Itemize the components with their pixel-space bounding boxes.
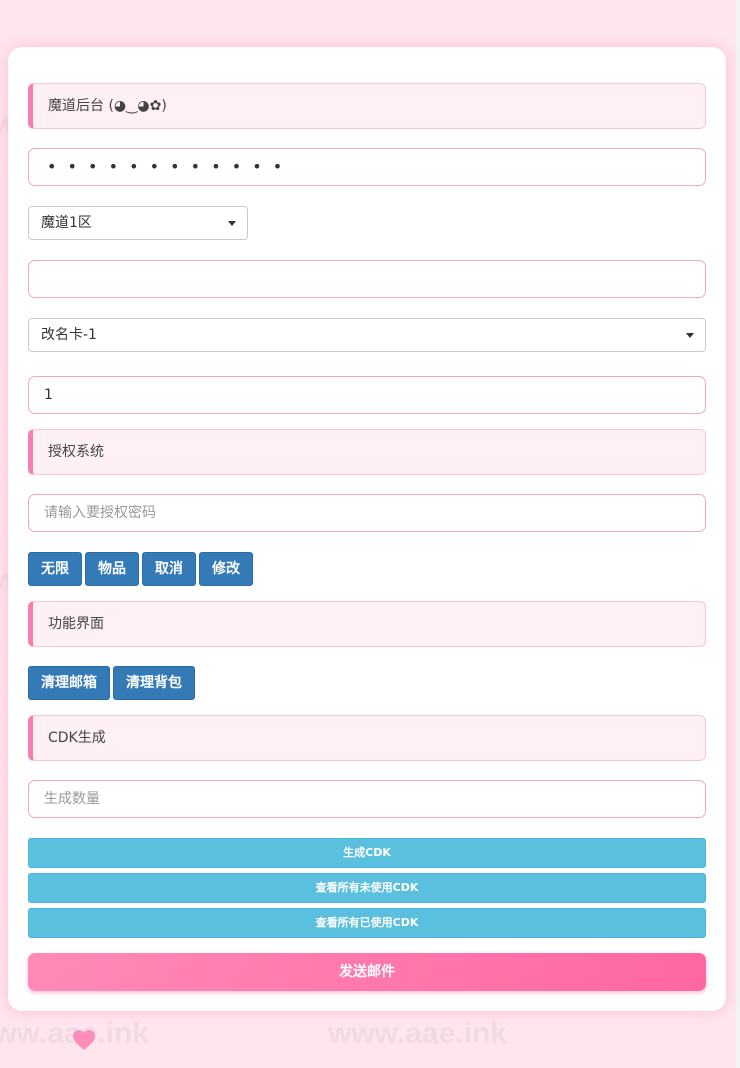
modify-button[interactable]: 修改 (199, 552, 253, 586)
admin-password-input[interactable]: • • • • • • • • • • • • (28, 148, 706, 186)
generate-cdk-button[interactable]: 生成CDK (28, 838, 706, 868)
auth-section-title-text: 授权系统 (48, 444, 104, 460)
auth-section-title: 授权系统 (28, 429, 706, 475)
cdk-section-title: CDK生成 (28, 715, 706, 761)
role-input[interactable] (28, 260, 706, 298)
server-select-value: 魔道1区 (41, 215, 92, 231)
password-mask: • • • • • • • • • • • • (47, 157, 286, 176)
functions-section-title-text: 功能界面 (48, 616, 104, 632)
item-select-value: 改名卡-1 (41, 327, 97, 343)
cdk-count-input[interactable] (28, 780, 706, 818)
chevron-down-icon (228, 221, 236, 226)
panel-title: 魔道后台 (◕‿◕✿) (28, 83, 706, 129)
view-used-cdk-button[interactable]: 查看所有已使用CDK (28, 908, 706, 938)
cancel-button[interactable]: 取消 (142, 552, 196, 586)
unlimited-button[interactable]: 无限 (28, 552, 82, 586)
admin-panel-card: 魔道后台 (◕‿◕✿) • • • • • • • • • • • • 魔道1区… (8, 47, 726, 1011)
scrollbar-track (736, 0, 740, 1068)
view-unused-cdk-button[interactable]: 查看所有未使用CDK (28, 873, 706, 903)
cdk-section-title-text: CDK生成 (48, 730, 106, 746)
server-select[interactable]: 魔道1区 (28, 206, 248, 240)
panel-title-text: 魔道后台 (◕‿◕✿) (48, 98, 167, 114)
send-mail-button[interactable]: 发送邮件 (28, 953, 706, 991)
heart-icon (73, 1030, 95, 1050)
functions-section-title: 功能界面 (28, 601, 706, 647)
auth-password-input[interactable] (28, 494, 706, 532)
chevron-down-icon (686, 333, 694, 338)
item-button[interactable]: 物品 (85, 552, 139, 586)
clear-mailbox-button[interactable]: 清理邮箱 (28, 666, 110, 700)
clear-backpack-button[interactable]: 清理背包 (113, 666, 195, 700)
item-select[interactable]: 改名卡-1 (28, 318, 706, 352)
quantity-input[interactable] (28, 376, 706, 414)
watermark: www.aae.ink (328, 1017, 507, 1050)
